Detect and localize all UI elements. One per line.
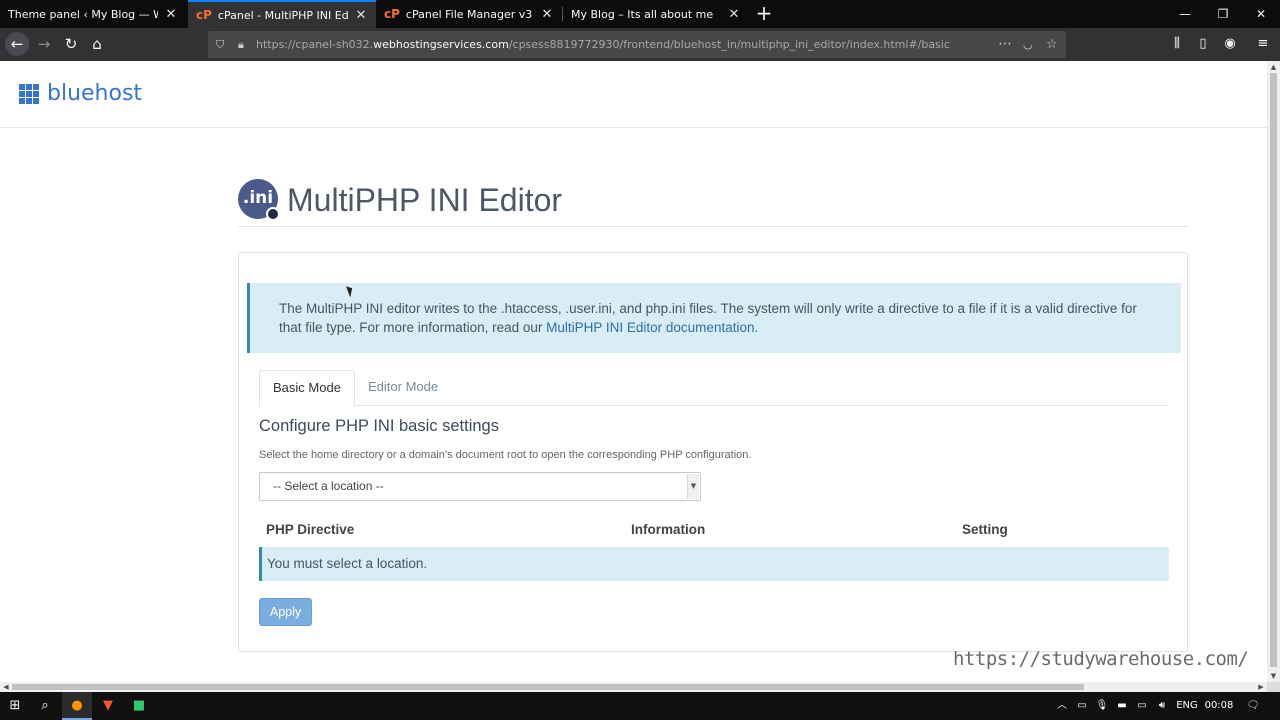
network-icon[interactable]: ▭	[1134, 692, 1150, 720]
hamburger-menu-icon[interactable]: ≡	[1252, 32, 1274, 56]
forward-arrow-icon[interactable]: →	[32, 32, 56, 56]
new-tab-button[interactable]: +	[752, 0, 776, 28]
bluehost-logo[interactable]: bluehost	[19, 81, 142, 106]
column-header-setting: Setting	[962, 522, 1008, 537]
close-tab-icon[interactable]: ✕	[354, 8, 368, 23]
scroll-right-icon[interactable]: ▶	[1255, 682, 1267, 692]
close-window-icon[interactable]: ✕	[1242, 0, 1280, 28]
horizontal-scroll-thumb[interactable]	[12, 684, 1084, 690]
vertical-scrollbar[interactable]: ▲ ▼	[1267, 61, 1280, 682]
info-alert: The MultiPHP INI editor writes to the .h…	[247, 283, 1181, 353]
page-title: MultiPHP INI Editor	[287, 182, 563, 218]
clock[interactable]: 00:08	[1203, 692, 1235, 720]
home-icon[interactable]: ⌂	[85, 32, 109, 56]
cpanel-favicon-icon: cP	[384, 7, 400, 21]
chevron-down-icon[interactable]: ▼	[687, 474, 699, 499]
ini-badge-text: .ini	[242, 188, 274, 208]
scroll-up-icon[interactable]: ▲	[1267, 61, 1280, 73]
search-icon[interactable]: ⌕	[30, 692, 60, 720]
pocket-icon[interactable]: ◡	[1023, 31, 1033, 58]
tab-basic-mode[interactable]: Basic Mode	[259, 370, 355, 407]
pen-icon	[266, 207, 280, 221]
microphone-icon[interactable]: 🎙︎	[1094, 692, 1110, 720]
cpanel-favicon-icon: cP	[196, 8, 212, 22]
scroll-down-icon[interactable]: ▼	[1267, 670, 1280, 682]
notifications-icon[interactable]: 🗨︎	[1244, 692, 1262, 720]
url-text[interactable]: https://cpanel-sh032.webhostingservices.…	[256, 31, 950, 58]
tab-title: Theme panel ‹ My Blog — WordPre	[8, 7, 158, 21]
watermark: https://studywarehouse.com/	[953, 648, 1249, 670]
location-select[interactable]: -- Select a location -- ▼	[259, 472, 701, 501]
app-icon[interactable]: ■	[124, 692, 154, 720]
browser-tab-my-blog[interactable]: My Blog – Its all about me ✕	[563, 0, 749, 28]
brave-browser-icon[interactable]: ▼	[93, 692, 123, 720]
volume-icon[interactable]: 🔊︎	[1154, 692, 1170, 720]
url-bar[interactable]: ⛉ 🔒︎ https://cpanel-sh032.webhostingserv…	[208, 31, 1066, 58]
windows-taskbar: ⊞ ⌕ ● ▼ ■ ︿ ▭ 🎙︎ ▬ ▭ 🔊︎ ENG 00:08 🗨︎	[0, 692, 1280, 720]
documentation-link[interactable]: MultiPHP INI Editor documentation	[546, 320, 754, 335]
lock-icon[interactable]: 🔒︎	[238, 31, 244, 58]
info-suffix: .	[754, 320, 759, 335]
browser-tab-multiphp-ini-editor[interactable]: cP cPanel - MultiPHP INI Editor ✕	[188, 0, 376, 28]
back-arrow-icon[interactable]: ←	[5, 32, 29, 56]
reload-icon[interactable]: ↻	[59, 32, 83, 56]
grid-logo-icon	[19, 83, 39, 104]
account-icon[interactable]: ◉	[1219, 32, 1241, 56]
close-tab-icon[interactable]: ✕	[164, 7, 178, 22]
tab-title: My Blog – Its all about me	[571, 7, 714, 21]
tab-title: cPanel File Manager v3	[405, 7, 533, 21]
close-tab-icon[interactable]: ✕	[727, 7, 741, 22]
vertical-scroll-thumb[interactable]	[1270, 73, 1277, 667]
location-select-value: -- Select a location --	[273, 479, 384, 493]
meet-now-icon[interactable]: ▭	[1074, 692, 1090, 720]
brand-name: bluehost	[47, 81, 143, 106]
column-header-php-directive: PHP Directive	[266, 522, 355, 537]
browser-tab-strip: Theme panel ‹ My Blog — WordPre ✕ cP cPa…	[0, 0, 1280, 28]
empty-table-message: You must select a location.	[259, 547, 1169, 581]
restore-window-icon[interactable]: ❐	[1204, 0, 1242, 28]
tracking-shield-icon[interactable]: ⛉	[216, 31, 224, 58]
tray-chevron-up-icon[interactable]: ︿	[1054, 692, 1070, 720]
firefox-icon[interactable]: ●	[62, 692, 92, 720]
page-heading: .ini MultiPHP INI Editor	[238, 177, 1188, 227]
more-dots-icon[interactable]: ⋯	[998, 31, 1012, 58]
section-title: Configure PHP INI basic settings	[259, 417, 499, 435]
close-tab-icon[interactable]: ✕	[540, 7, 554, 22]
ini-file-icon: .ini	[238, 179, 280, 221]
help-text: Select the home directory or a domain’s …	[259, 449, 752, 461]
minimize-window-icon[interactable]: —	[1166, 0, 1204, 28]
horizontal-scrollbar[interactable]: ◀ ▶	[0, 682, 1267, 692]
browser-tab-file-manager[interactable]: cP cPanel File Manager v3 ✕	[376, 0, 562, 28]
scroll-corner	[1267, 682, 1280, 692]
editor-panel: The MultiPHP INI editor writes to the .h…	[238, 252, 1188, 652]
page-viewport: bluehost .ini MultiPHP INI Editor The Mu…	[0, 61, 1267, 682]
battery-icon[interactable]: ▬	[1114, 692, 1130, 720]
browser-nav-bar: ← → ↻ ⌂ ⛉ 🔒︎ https://cpanel-sh032.webhos…	[0, 28, 1280, 61]
scroll-left-icon[interactable]: ◀	[0, 682, 12, 692]
star-icon[interactable]: ☆	[1046, 31, 1058, 58]
url-prefix: https://cpanel-sh032.	[256, 38, 374, 51]
sidebar-icon[interactable]: ▯	[1192, 32, 1214, 56]
windows-start-icon[interactable]: ⊞	[0, 692, 30, 720]
url-host: webhostingservices.com	[373, 38, 509, 51]
browser-tab-theme-panel[interactable]: Theme panel ‹ My Blog — WordPre ✕	[0, 0, 186, 28]
site-header: bluehost	[0, 61, 1267, 128]
tab-editor-mode[interactable]: Editor Mode	[355, 370, 451, 406]
language-indicator[interactable]: ENG	[1174, 692, 1200, 720]
column-header-information: Information	[631, 522, 706, 537]
url-path: /cpsess8819772930/frontend/bluehost_in/m…	[508, 38, 950, 51]
mode-tabs: Basic Mode Editor Mode	[259, 370, 1169, 407]
tab-title: cPanel - MultiPHP INI Editor	[217, 8, 348, 22]
library-icon[interactable]: ⫼	[1166, 32, 1188, 56]
apply-button[interactable]: Apply	[259, 598, 312, 626]
